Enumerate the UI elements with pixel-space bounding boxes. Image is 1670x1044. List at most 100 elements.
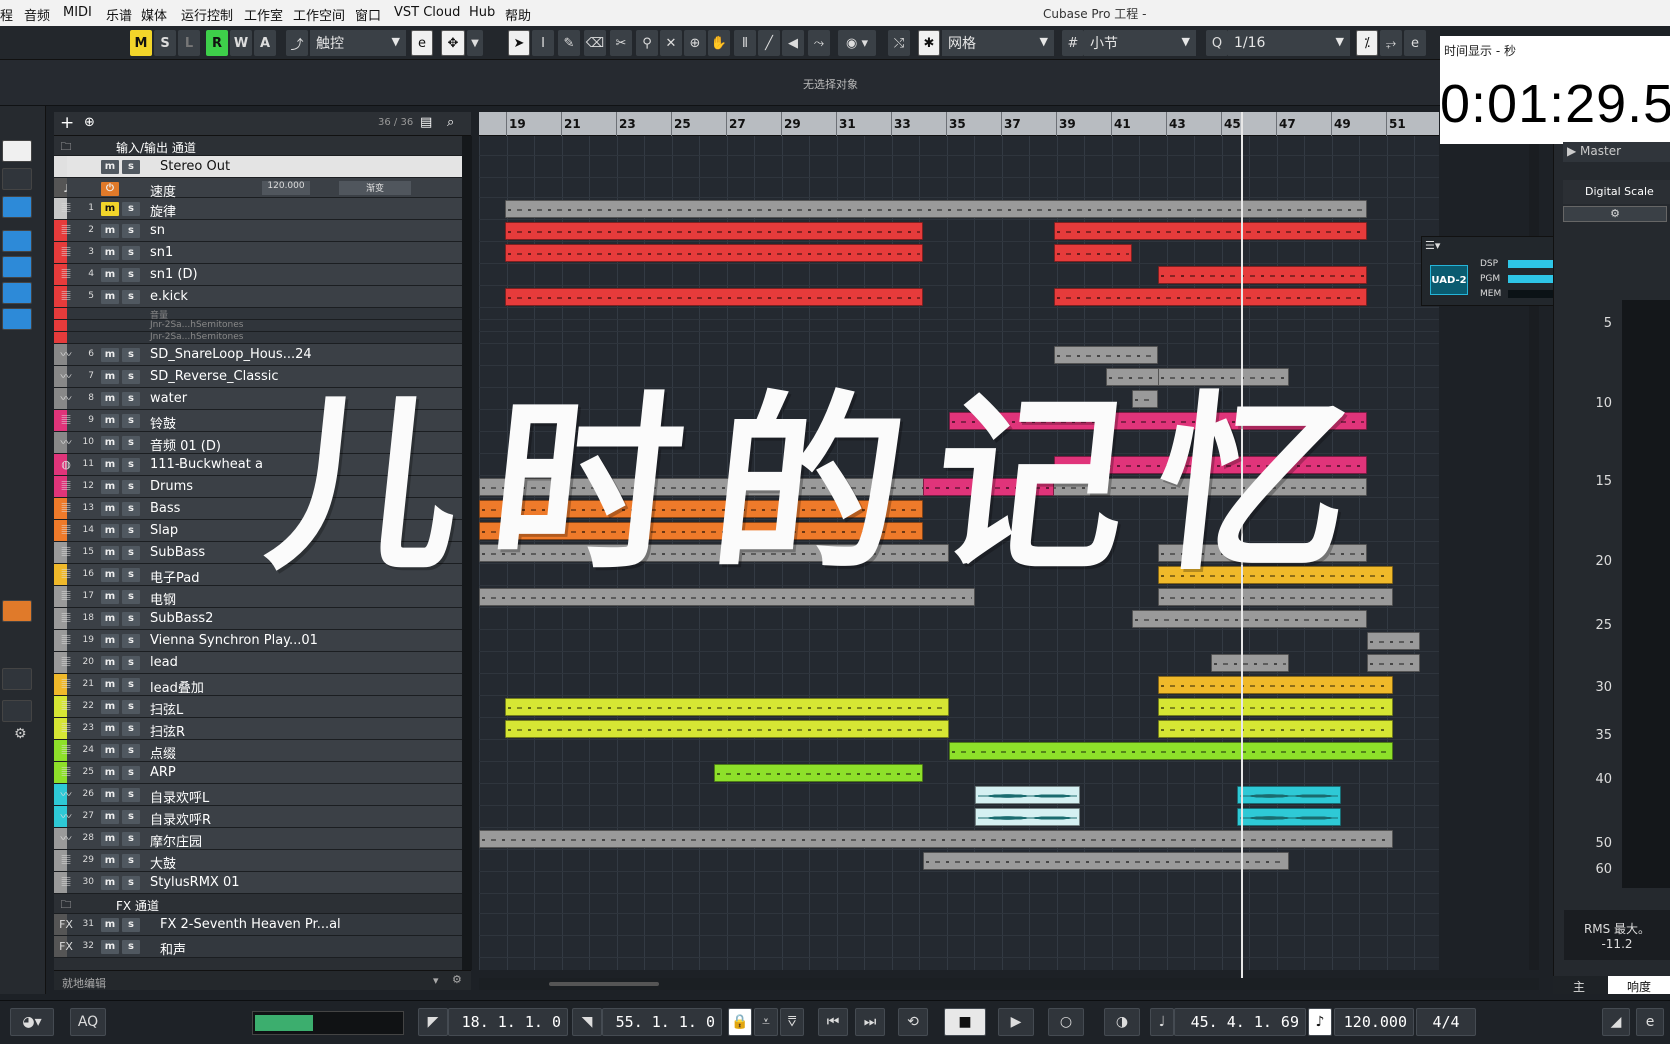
midi-part[interactable] <box>505 288 924 306</box>
range-select-tool-icon[interactable]: I <box>532 30 554 56</box>
inspector-section-icon[interactable] <box>2 230 32 252</box>
read-automation-button[interactable]: R <box>206 30 228 56</box>
inspector-color-icon[interactable] <box>2 600 32 622</box>
asio-guard-button[interactable]: AQ <box>70 1008 106 1036</box>
solo-all-button[interactable]: S <box>154 30 176 56</box>
track-name[interactable]: sn1 <box>150 245 173 260</box>
track-row[interactable]: 𝄚 20 m s lead <box>54 652 462 674</box>
time-signature-value[interactable]: 4/4 <box>1416 1008 1476 1036</box>
track-name[interactable]: 自录欢呼L <box>150 787 209 806</box>
track-name[interactable]: Jnr-2Sa...hSemitones <box>150 332 243 342</box>
track-row[interactable]: 𝄚 3 m s sn1 <box>54 242 462 264</box>
track-row[interactable]: 𝄚 29 m s 大鼓 <box>54 850 462 872</box>
ruler[interactable]: 19 21 23 25 27 29 31 33 35 37 39 41 43 45 47 49 51 <box>479 112 1439 136</box>
menu-workspaces[interactable]: 工作空间 <box>293 5 345 24</box>
audio-event[interactable] <box>975 808 1080 826</box>
track-name[interactable]: lead叠加 <box>150 677 204 696</box>
solo-button[interactable]: s <box>122 678 140 692</box>
track-row[interactable]: 〰 27 m s 自录欢呼R <box>54 806 462 828</box>
track-name[interactable]: ARP <box>150 765 176 780</box>
track-row[interactable]: 〰 26 m s 自录欢呼L <box>54 784 462 806</box>
add-track-icon[interactable]: + <box>60 113 74 133</box>
solo-button[interactable]: s <box>122 810 140 824</box>
track-name[interactable]: Jnr-2Sa...hSemitones <box>150 320 243 330</box>
track-name[interactable]: 电子Pad <box>150 567 199 586</box>
solo-button[interactable]: s <box>122 766 140 780</box>
mute-button[interactable]: m <box>101 348 119 362</box>
midi-part[interactable] <box>949 742 1394 760</box>
track-row[interactable]: Jnr-2Sa...hSemitones <box>54 332 462 344</box>
inspector-settings-icon[interactable] <box>2 168 32 190</box>
mute-button[interactable]: m <box>101 268 119 282</box>
right-locator-icon[interactable]: ◥ <box>572 1008 602 1036</box>
scrollbar-thumb[interactable] <box>549 982 659 986</box>
track-name[interactable]: SD_SnareLoop_Hous...24 <box>150 347 312 362</box>
inspector-toggle-icon[interactable] <box>2 196 32 218</box>
event-lane[interactable] <box>479 762 1439 784</box>
uad-menu-icon[interactable]: ☰▾ <box>1425 239 1440 252</box>
event-lane[interactable] <box>479 872 1439 894</box>
event-lane[interactable] <box>479 320 1439 332</box>
mute-button[interactable]: m <box>101 810 119 824</box>
menu-audio[interactable]: 音频 <box>24 5 50 24</box>
track-name[interactable]: Drums <box>150 479 193 494</box>
solo-button[interactable]: s <box>122 876 140 890</box>
track-row[interactable]: 𝄚 1 m s 旋律 <box>54 198 462 220</box>
track-name[interactable]: StylusRMX 01 <box>150 875 240 890</box>
add-track-folder-icon[interactable]: ⊕ <box>84 115 95 130</box>
track-row[interactable]: Jnr-2Sa...hSemitones <box>54 320 462 332</box>
midi-part[interactable] <box>1367 632 1420 650</box>
punch-out-icon[interactable]: ⩢ <box>780 1008 804 1036</box>
track-name[interactable]: sn <box>150 223 165 238</box>
stop-icon[interactable]: ■ <box>944 1008 986 1036</box>
footer-chevron-icon[interactable]: ▾ <box>433 974 439 987</box>
mute-button[interactable]: m <box>101 436 119 450</box>
menu-hub[interactable]: Hub <box>469 5 495 20</box>
mute-button[interactable]: m <box>101 568 119 582</box>
solo-button[interactable]: s <box>122 458 140 472</box>
track-row[interactable]: 𝄚 18 m s SubBass2 <box>54 608 462 630</box>
solo-button[interactable]: s <box>122 436 140 450</box>
palette-icon[interactable]: ◕▾ <box>10 1008 54 1036</box>
mute-button[interactable]: m <box>101 940 119 954</box>
mute-button[interactable]: m <box>101 480 119 494</box>
mute-button[interactable]: m <box>101 656 119 670</box>
menu-score[interactable]: 乐谱 <box>106 5 132 24</box>
track-name[interactable]: SubBass2 <box>150 611 213 626</box>
automation-mode-select[interactable]: 触控 ▼ <box>310 30 406 56</box>
track-row[interactable]: 𝄚 19 m s Vienna Synchron Play...01 <box>54 630 462 652</box>
mute-button[interactable]: m <box>101 832 119 846</box>
solo-button[interactable]: s <box>122 918 140 932</box>
mute-button[interactable]: m <box>101 392 119 406</box>
quantize-select[interactable]: 1/16 ▼ <box>1228 30 1350 56</box>
event-lane[interactable] <box>479 936 1439 958</box>
quantize-preset-icon[interactable]: ⥅ <box>1380 30 1402 56</box>
menu-help[interactable]: 帮助 <box>505 5 531 24</box>
tempo-mode-field[interactable]: 渐变 <box>339 181 411 195</box>
track-row[interactable]: 𝄚 30 m s StylusRMX 01 <box>54 872 462 894</box>
audio-event[interactable] <box>1236 808 1342 826</box>
solo-button[interactable]: s <box>122 370 140 384</box>
mute-button[interactable]: m <box>101 246 119 260</box>
master-selector[interactable]: ▶ Master <box>1563 142 1670 162</box>
mute-button[interactable]: m <box>101 876 119 890</box>
mute-button[interactable]: m <box>101 524 119 538</box>
track-row[interactable]: ♩ ⏻ 120.000 渐变 速度 <box>54 178 462 200</box>
midi-part[interactable] <box>714 764 924 782</box>
solo-button[interactable]: s <box>122 744 140 758</box>
midi-part[interactable] <box>1053 288 1368 306</box>
solo-button[interactable]: s <box>122 502 140 516</box>
auto-scroll-icon[interactable]: ⤭ <box>888 30 910 56</box>
mute-button[interactable]: m <box>101 202 119 216</box>
midi-part[interactable] <box>1158 676 1394 694</box>
track-row[interactable]: 音量 <box>54 308 462 321</box>
track-name[interactable]: SubBass <box>150 545 205 560</box>
menu-window[interactable]: 窗口 <box>355 5 381 24</box>
event-lane[interactable] <box>479 914 1439 936</box>
solo-button[interactable]: s <box>122 722 140 736</box>
zoom-tool-icon[interactable]: ⊕ <box>684 30 706 56</box>
track-visibility-icon[interactable]: ▤ <box>420 115 432 130</box>
hand-tool-icon[interactable]: ✋ <box>708 30 730 56</box>
track-name[interactable]: Stereo Out <box>160 159 230 174</box>
track-name[interactable]: 和声 <box>160 939 186 958</box>
